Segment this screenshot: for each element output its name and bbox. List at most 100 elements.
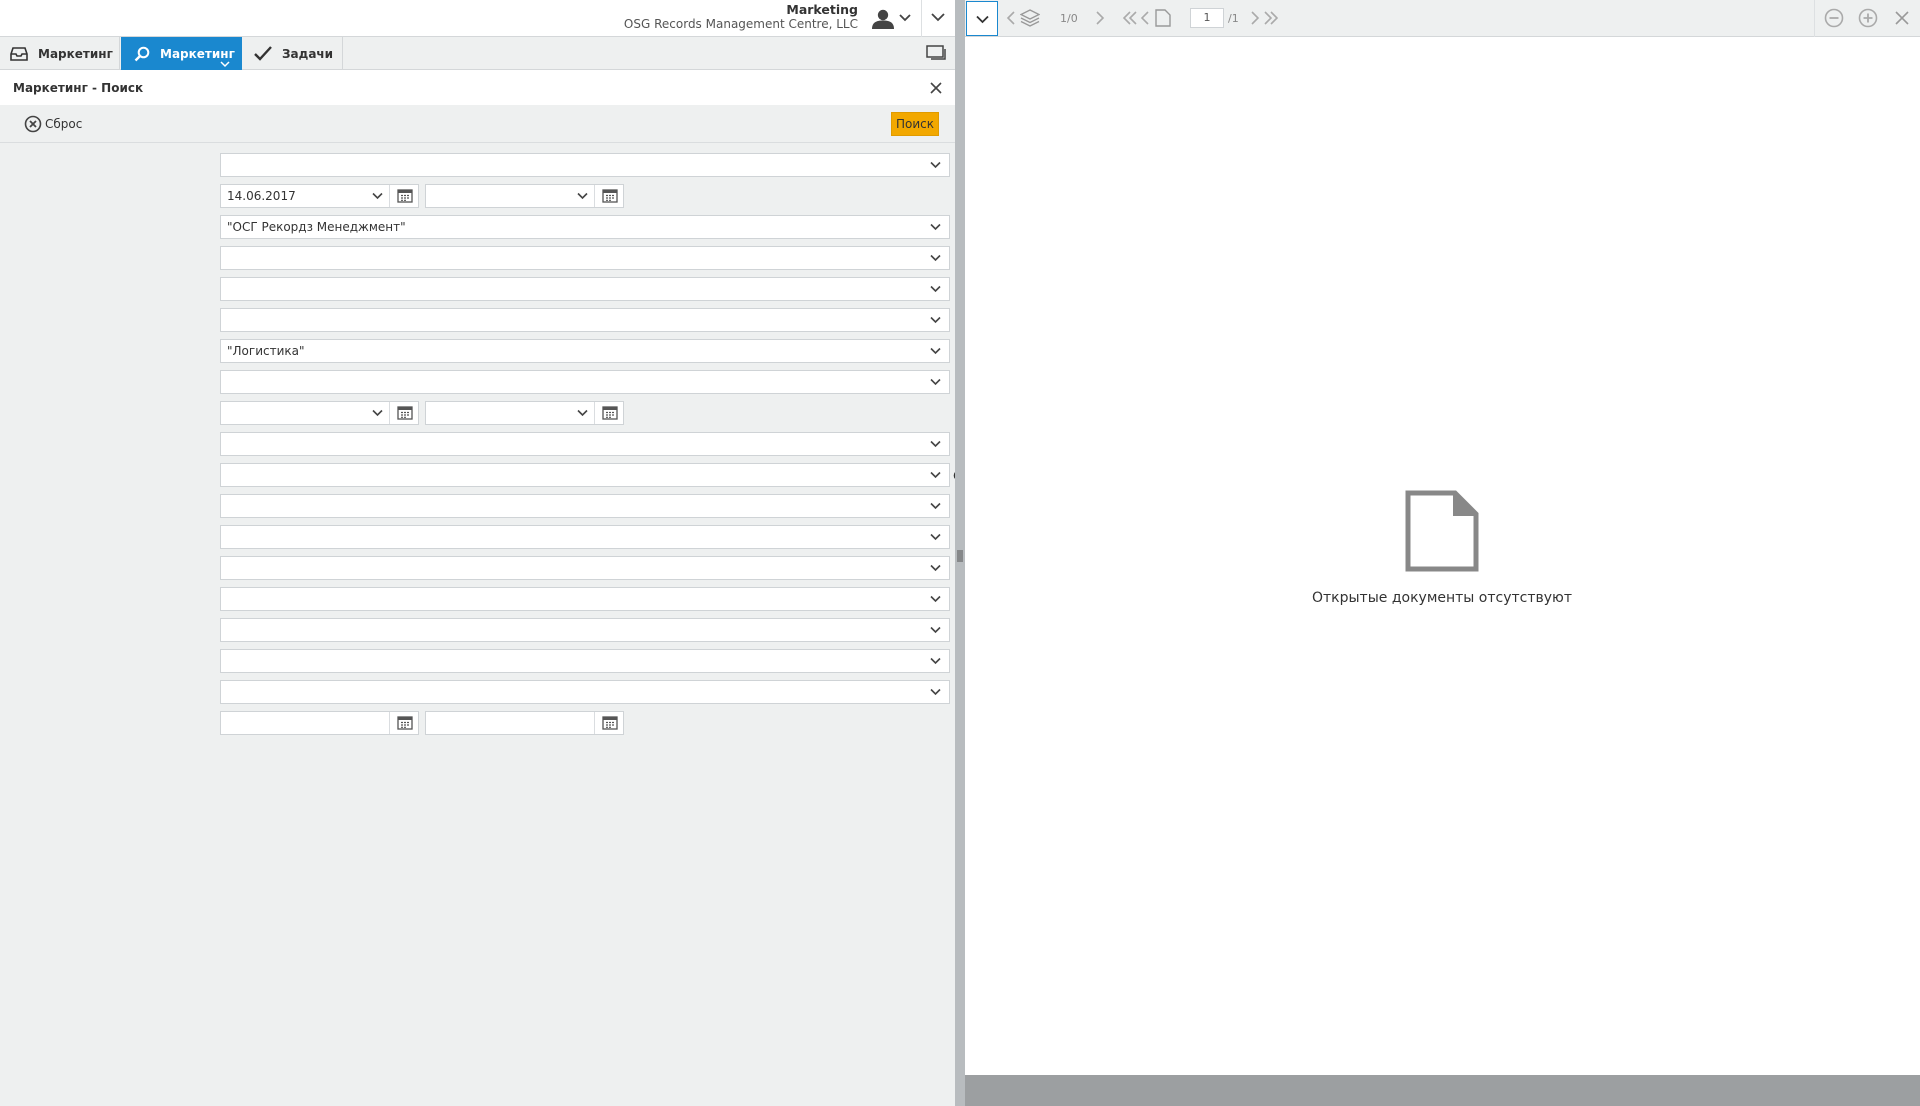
viewer-menu-button[interactable] [966,1,998,36]
search-toolbar: Сброс [0,105,955,143]
date-to-input[interactable] [425,711,624,735]
calendar-icon[interactable] [602,716,618,730]
chevron-down-icon[interactable] [930,161,941,169]
next-page-icon[interactable] [1250,11,1260,25]
date-from-input[interactable]: 14.06.2017 [220,184,419,208]
chevron-down-icon[interactable] [930,564,941,572]
chevron-down-icon[interactable] [898,11,912,25]
zoom-in-icon[interactable] [1858,8,1878,28]
empty-message: Открытые документы отсутствуют [1311,590,1572,606]
search-icon [134,46,150,61]
date-from-input[interactable] [220,711,419,735]
chevron-down-icon[interactable] [930,688,941,696]
prev-page-icon[interactable] [1140,11,1150,25]
calendar-icon[interactable] [602,189,618,203]
divider [389,185,390,207]
chevron-down-icon[interactable] [930,502,941,510]
tab-tasks[interactable]: Задачи [242,37,343,70]
chevron-down-icon[interactable] [930,285,941,293]
chevron-down-icon[interactable] [930,657,941,665]
field-input[interactable] [220,494,950,518]
date-to-input[interactable] [425,184,624,208]
chevron-down-icon[interactable] [930,347,941,355]
divider [594,712,595,734]
chevron-down-icon[interactable] [930,440,941,448]
close-icon[interactable] [1895,11,1909,25]
layers-icon[interactable] [1020,9,1040,27]
field-input[interactable] [220,649,950,673]
field-input[interactable] [220,370,950,394]
window-icon[interactable] [926,45,948,61]
field-input[interactable] [220,680,950,704]
divider [389,712,390,734]
divider [389,402,390,424]
check-icon [254,46,272,61]
divider [1814,0,1815,37]
chevron-down-icon[interactable] [930,254,941,262]
calendar-icon[interactable] [397,716,413,730]
panel-title: Маркетинг - Поиск [13,81,144,95]
field-input[interactable] [220,277,950,301]
field-input[interactable] [220,246,950,270]
divider [594,185,595,207]
grip-icon[interactable] [957,550,963,562]
calendar-icon[interactable] [397,189,413,203]
date-to-input[interactable] [425,401,624,425]
chevron-down-icon[interactable] [372,409,383,417]
field-input[interactable] [220,618,950,642]
layer-count: 1/0 [1060,12,1078,25]
last-page-icon[interactable] [1264,11,1278,25]
empty-document-icon [1405,490,1479,572]
tab-marketing-inbox[interactable]: Маркетинг [0,37,120,70]
field-input[interactable] [220,463,950,487]
field-input[interactable] [220,432,950,456]
chevron-down-icon[interactable] [930,533,941,541]
user-info: Marketing OSG Records Management Centre,… [624,2,858,32]
chevron-down-icon[interactable] [930,595,941,603]
page-total: /1 [1228,12,1239,25]
chevron-down-icon[interactable] [930,471,941,479]
page-number-input[interactable]: 1 [1190,8,1224,28]
tab-marketing-search[interactable]: Маркетинг [121,37,242,70]
tab-label: Задачи [282,46,334,61]
zoom-out-icon[interactable] [1824,8,1844,28]
field-input[interactable]: "Логистика" [220,339,950,363]
chevron-down-icon[interactable] [930,316,941,324]
reset-icon [24,115,42,133]
chevron-down-icon[interactable] [930,11,946,25]
chevron-down-icon[interactable] [372,192,383,200]
user-icon[interactable] [870,8,896,30]
date-from-input[interactable] [220,401,419,425]
chevron-down-icon [976,15,989,24]
calendar-icon[interactable] [397,406,413,420]
field-input[interactable] [220,587,950,611]
field-input[interactable] [220,556,950,580]
page-icon[interactable] [1155,9,1171,27]
chevron-down-icon[interactable] [577,409,588,417]
user-role: Marketing [786,2,858,17]
viewer-footer [965,1075,1920,1106]
search-button[interactable]: Поиск [891,112,939,136]
chevron-down-icon[interactable] [930,378,941,386]
reset-label: Сброс [45,117,83,131]
chevron-left-icon[interactable] [1006,11,1016,25]
tab-bar: Маркетинг Маркетинг Задачи [0,37,955,70]
calendar-icon[interactable] [602,406,618,420]
close-icon[interactable] [929,81,943,95]
app-header: Marketing OSG Records Management Centre,… [0,0,955,37]
first-page-icon[interactable] [1123,11,1137,25]
reset-button[interactable]: Сброс [24,115,82,133]
panel-header: Маркетинг - Поиск [0,70,955,105]
field-input[interactable] [220,525,950,549]
field-input[interactable] [220,308,950,332]
chevron-down-icon[interactable] [930,223,941,231]
field-input[interactable] [220,153,950,177]
chevron-right-icon[interactable] [1095,11,1105,25]
chevron-down-icon[interactable] [220,60,230,68]
chevron-down-icon[interactable] [577,192,588,200]
inbox-icon [10,46,28,61]
field-input[interactable]: "ОСГ Рекордз Менеджмент" [220,215,950,239]
field-value: "ОСГ Рекордз Менеджмент" [227,220,406,234]
divider [921,0,922,37]
chevron-down-icon[interactable] [930,626,941,634]
